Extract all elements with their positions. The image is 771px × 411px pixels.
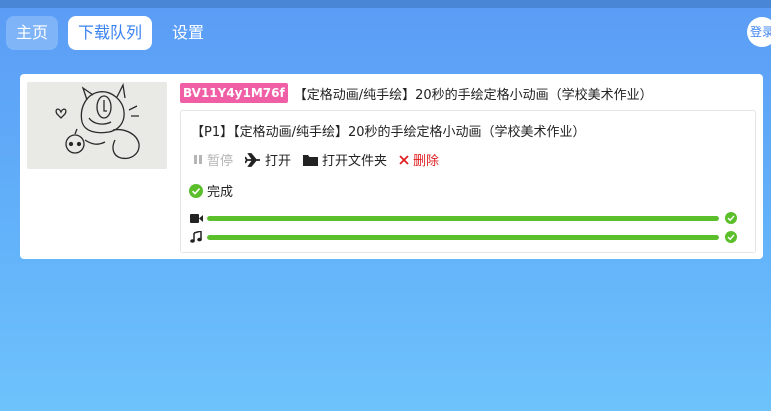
status-text: 完成 xyxy=(207,185,234,200)
video-progress-row xyxy=(189,211,749,225)
plane-icon xyxy=(245,152,261,167)
video-thumbnail[interactable] xyxy=(27,82,167,169)
video-header: BV11Y4y1M76f 【定格动画/纯手绘】20秒的手绘定格小动画（学校美术作… xyxy=(180,83,653,103)
video-progress-fill xyxy=(207,215,719,221)
tab-home[interactable]: 主页 xyxy=(6,16,59,50)
top-strip xyxy=(0,0,771,8)
download-card: BV11Y4y1M76f 【定格动画/纯手绘】20秒的手绘定格小动画（学校美术作… xyxy=(20,74,763,259)
pause-label: 暂停 xyxy=(207,154,234,169)
audio-progress-bar xyxy=(207,234,719,240)
video-progress-bar xyxy=(207,215,719,221)
login-button[interactable]: 登录 xyxy=(747,17,771,47)
pause-button[interactable]: 暂停 xyxy=(193,150,233,169)
status-line: 完成 xyxy=(189,181,233,200)
audio-progress-row xyxy=(189,230,749,244)
tab-settings[interactable]: 设置 xyxy=(162,16,214,50)
open-button[interactable]: 打开 xyxy=(245,150,291,169)
check-circle-icon xyxy=(189,183,203,198)
part-actions: 暂停 打开 打开文件夹 删除 xyxy=(193,150,451,169)
audio-progress-fill xyxy=(207,234,719,240)
tab-download-queue[interactable]: 下载队列 xyxy=(68,16,153,50)
bvid-badge[interactable]: BV11Y4y1M76f xyxy=(180,83,288,103)
open-folder-button[interactable]: 打开文件夹 xyxy=(303,150,387,169)
music-note-icon xyxy=(189,231,203,243)
open-folder-label: 打开文件夹 xyxy=(322,154,388,169)
video-title: 【定格动画/纯手绘】20秒的手绘定格小动画（学校美术作业） xyxy=(293,87,653,103)
main-nav: 主页 下载队列 设置 xyxy=(6,16,214,50)
folder-icon xyxy=(303,154,319,166)
part-title: 【P1】【定格动画/纯手绘】20秒的手绘定格小动画（学校美术作业） xyxy=(191,125,586,140)
audio-done-icon xyxy=(725,231,737,243)
part-item: 【P1】【定格动画/纯手绘】20秒的手绘定格小动画（学校美术作业） 暂停 打开 … xyxy=(180,110,756,253)
delete-label: 删除 xyxy=(413,154,440,169)
open-label: 打开 xyxy=(265,154,292,169)
delete-button[interactable]: 删除 xyxy=(399,150,439,169)
video-done-icon xyxy=(725,212,737,224)
video-camera-icon xyxy=(189,213,203,223)
pause-icon xyxy=(193,154,203,165)
close-icon xyxy=(399,154,409,165)
